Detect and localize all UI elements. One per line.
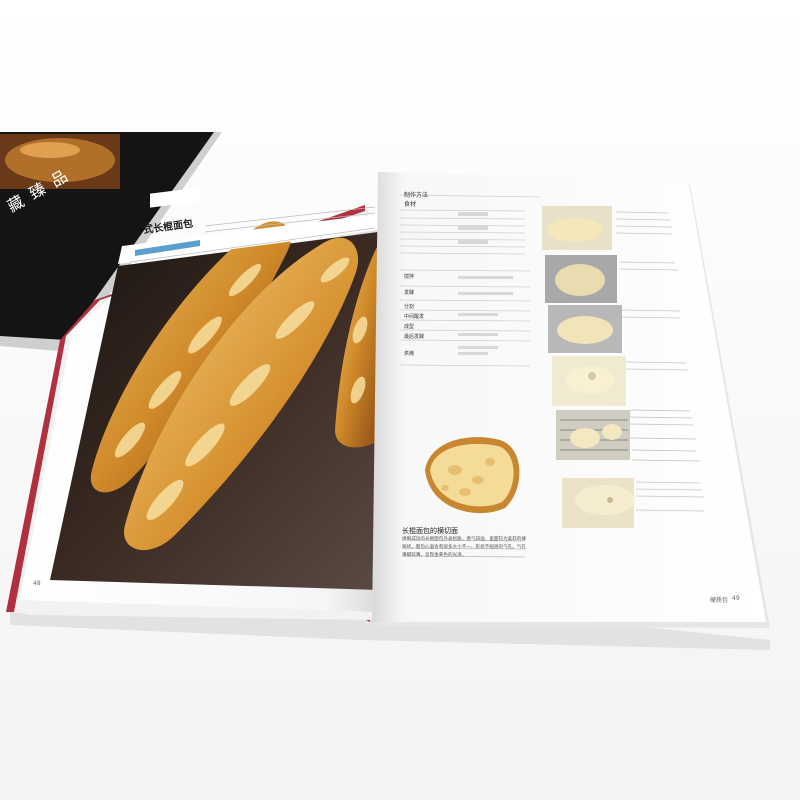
step-label: 烘烤 <box>404 351 415 357</box>
step-label: 发酵 <box>404 290 415 296</box>
right-page-number: 49 <box>732 595 740 602</box>
method-header: 制作方法 <box>404 192 429 199</box>
right-footer-label: 硬质包 <box>710 597 729 604</box>
ingredients-header: 食材 <box>404 201 417 208</box>
step-label: 中间醒发 <box>404 314 425 320</box>
step-label: 成型 <box>404 324 415 330</box>
cross-section-caption-title: 长棍面包的横切面 <box>402 527 458 535</box>
step-label: 分割 <box>404 304 415 310</box>
step-label: 搅拌 <box>404 274 415 280</box>
step-label: 最后发酵 <box>404 334 425 340</box>
book-photo-scene: 藏 臻 品 式长棍面包 48 制作方法 食材 搅拌 发酵 分割 中间醒发 成型 … <box>0 0 800 800</box>
book-photo <box>0 0 800 800</box>
left-page-number: 48 <box>33 580 41 587</box>
cross-section-caption-text: 烘制成功的长棍面包外表松脆，香气四溢，里面较为柔软的蜂窝状，面包心里会有很多大小… <box>402 537 527 558</box>
